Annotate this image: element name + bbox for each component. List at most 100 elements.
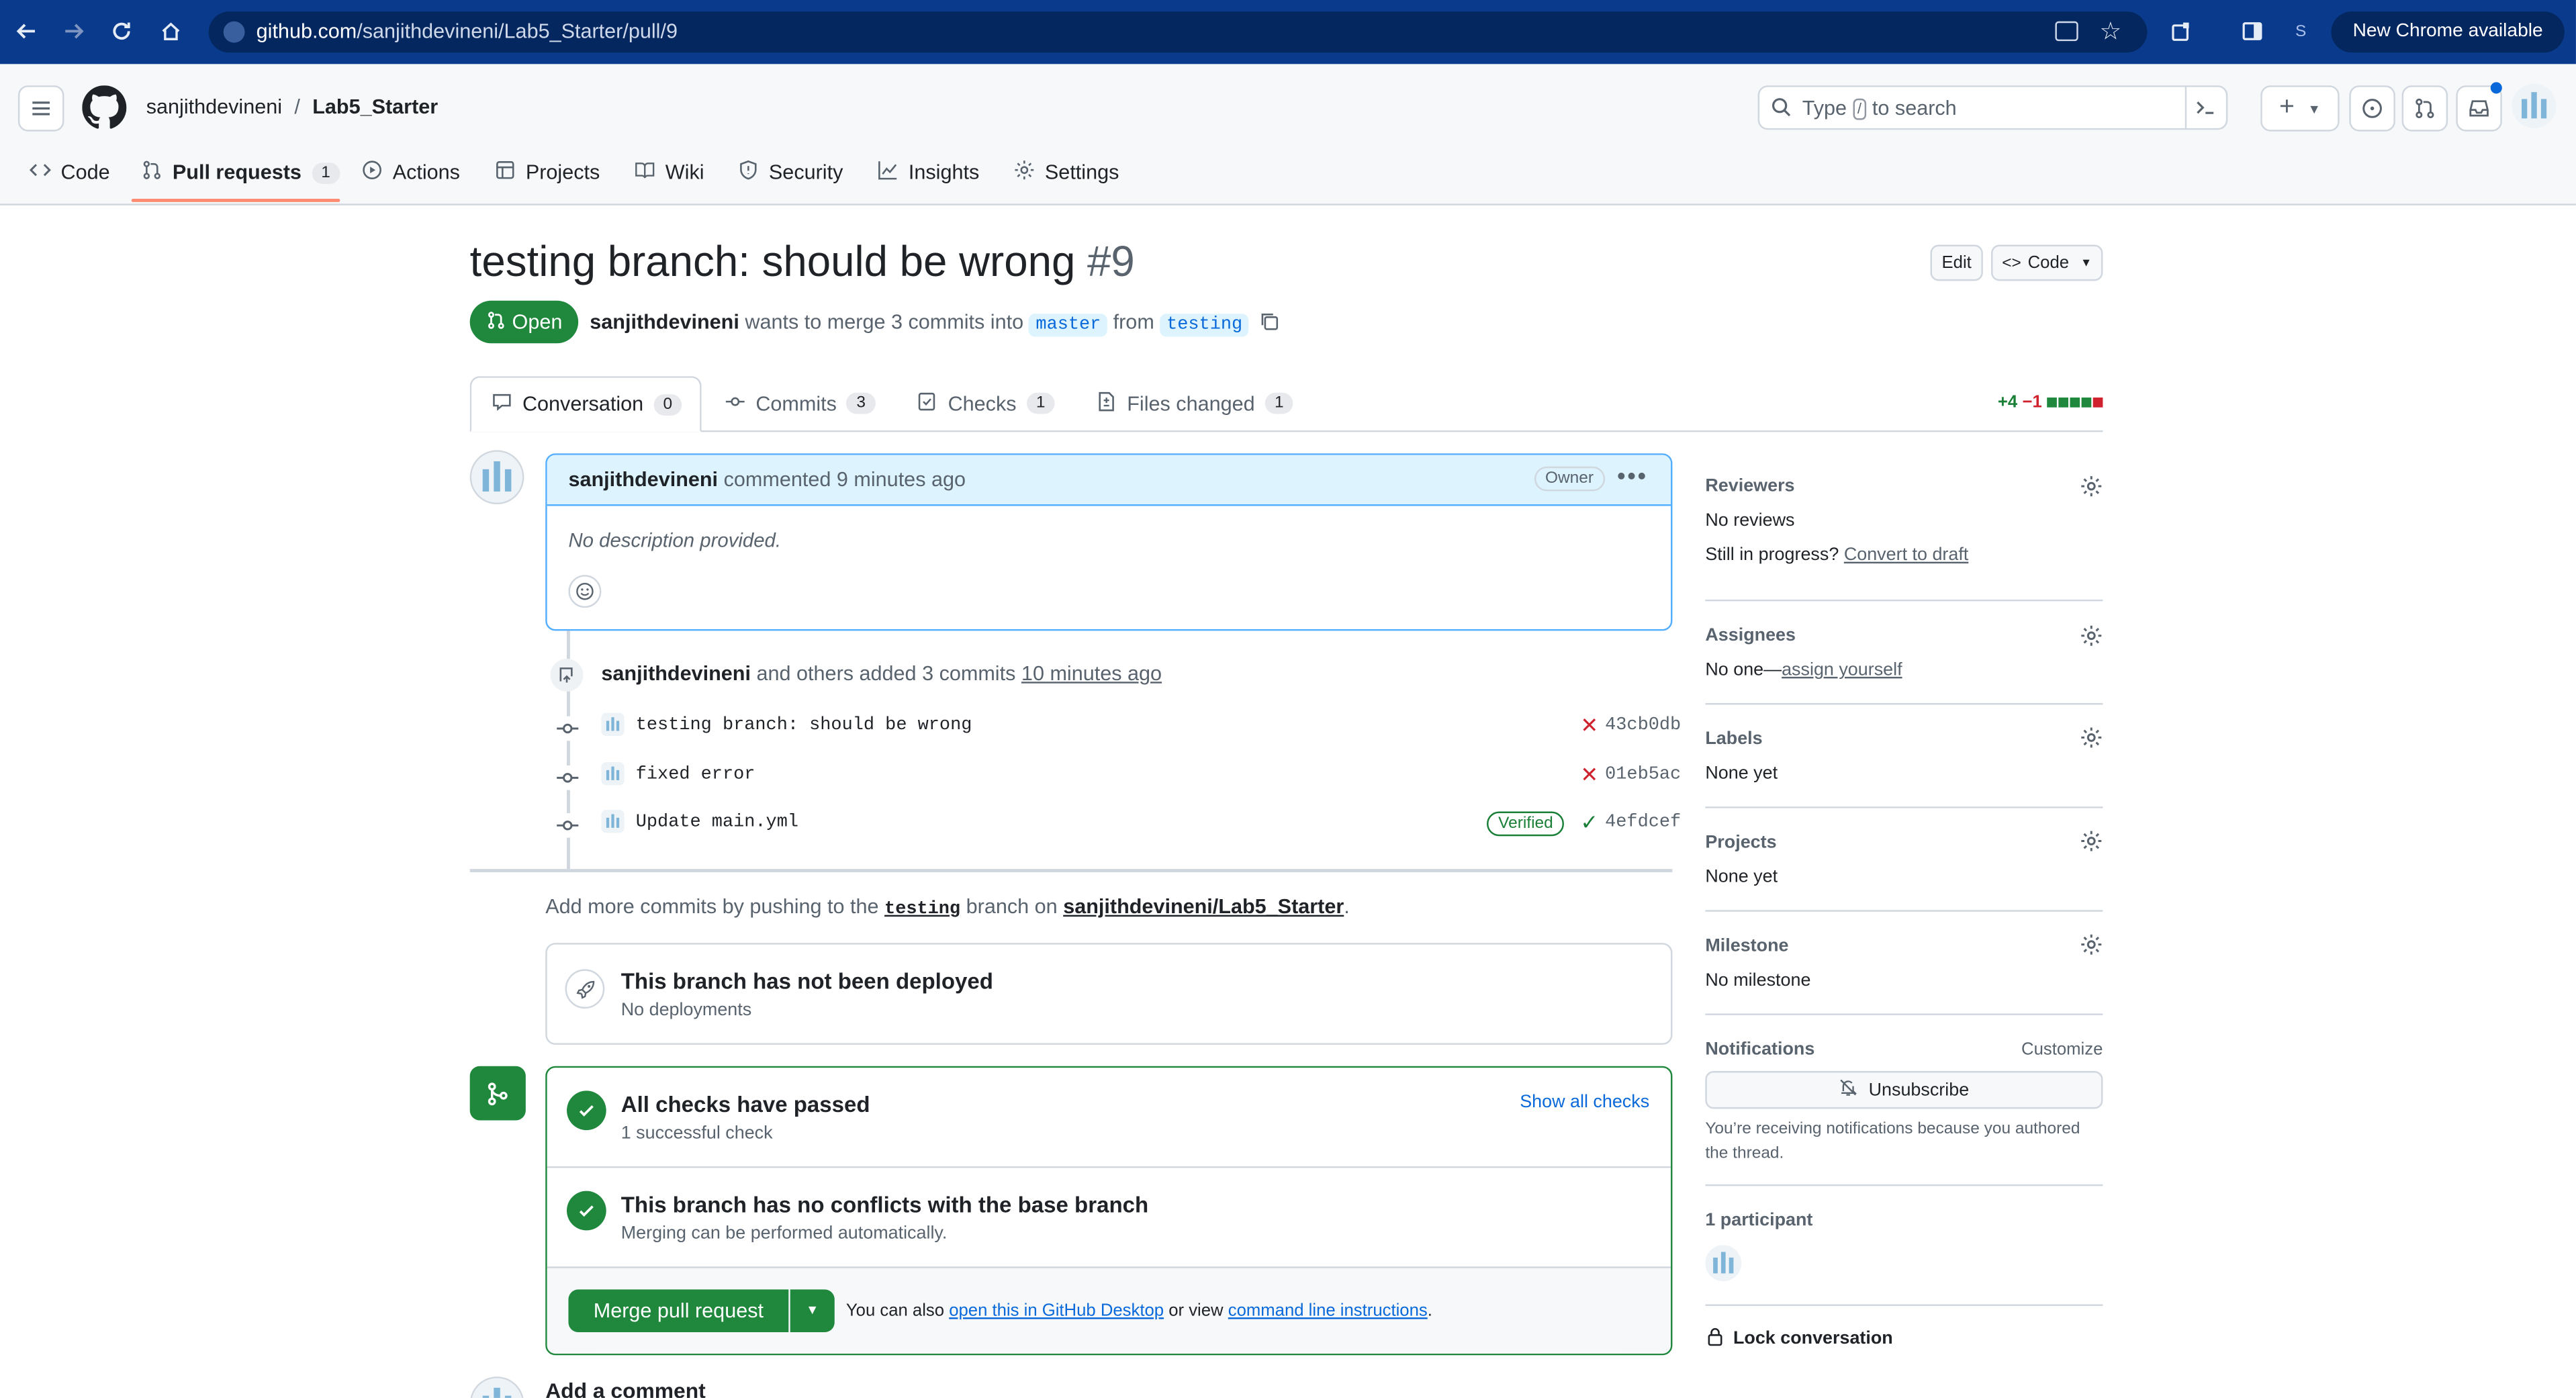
commit-icon bbox=[725, 390, 746, 416]
commit-row[interactable]: fixed error ✕ 01eb5ac bbox=[555, 762, 1681, 792]
lock-conversation-button[interactable]: Lock conversation bbox=[1705, 1325, 1893, 1352]
commit-author-avatar[interactable] bbox=[601, 810, 625, 833]
check-circle-icon bbox=[567, 1191, 606, 1231]
hamburger-menu-icon[interactable] bbox=[17, 85, 64, 132]
code-dropdown-button[interactable]: <> Code ▼ bbox=[1991, 244, 2103, 281]
commit-sha[interactable]: 4efdcef bbox=[1605, 813, 1681, 833]
tab-wiki[interactable]: Wiki bbox=[634, 150, 704, 195]
repo-breadcrumb: sanjithdevineni / Lab5_Starter bbox=[146, 95, 438, 118]
commit-message[interactable]: testing branch: should be wrong bbox=[636, 716, 972, 736]
comment-author[interactable]: sanjithdevineni bbox=[568, 468, 718, 491]
reload-icon[interactable] bbox=[105, 15, 138, 48]
tab-actions[interactable]: Actions bbox=[361, 150, 460, 195]
show-all-checks-link[interactable]: Show all checks bbox=[1520, 1092, 1649, 1112]
merge-pull-request-button[interactable]: Merge pull request bbox=[568, 1289, 789, 1333]
commit-row[interactable]: testing branch: should be wrong ✕ 43cb0d… bbox=[555, 712, 1681, 743]
head-branch[interactable]: testing bbox=[1160, 314, 1249, 337]
commit-author-avatar[interactable] bbox=[601, 712, 625, 736]
projects-gear-icon[interactable] bbox=[2080, 829, 2103, 860]
pr-subline: sanjithdevineni wants to merge 3 commits… bbox=[590, 310, 1279, 337]
tab-conversation[interactable]: Conversation 0 bbox=[469, 376, 702, 432]
commit-author-avatar[interactable] bbox=[601, 762, 625, 786]
assignees-gear-icon[interactable] bbox=[2080, 624, 2103, 655]
extensions-icon[interactable] bbox=[2165, 15, 2198, 48]
unsubscribe-button[interactable]: Unsubscribe bbox=[1705, 1071, 2103, 1109]
verified-badge[interactable]: Verified bbox=[1486, 811, 1565, 837]
notifications-label: Notifications bbox=[1705, 1039, 1815, 1060]
pr-description-comment: sanjithdevineni commented 9 minutes ago … bbox=[545, 453, 1673, 631]
address-bar[interactable]: github.com/sanjithdevineni/Lab5_Starter/… bbox=[208, 11, 2148, 53]
commit-sha[interactable]: 43cb0db bbox=[1605, 716, 1681, 736]
repo-name-link[interactable]: Lab5_Starter bbox=[312, 95, 438, 118]
x-icon[interactable]: ✕ bbox=[1580, 764, 1598, 786]
tab-security[interactable]: Security bbox=[737, 150, 843, 195]
tab-commits[interactable]: Commits 3 bbox=[725, 376, 876, 430]
create-new-dropdown[interactable]: + ▼ bbox=[2260, 85, 2340, 132]
tab-code-label: Code bbox=[60, 160, 110, 184]
diffstat-deletions: −1 bbox=[2022, 392, 2042, 413]
edit-title-button[interactable]: Edit bbox=[1930, 244, 1983, 281]
convert-to-draft-link[interactable]: Convert to draft bbox=[1844, 545, 1969, 565]
check-icon[interactable]: ✓ bbox=[1580, 812, 1598, 833]
commit-row[interactable]: Update main.yml Verified ✓ 4efdcef bbox=[555, 810, 1681, 839]
commit-message[interactable]: Update main.yml bbox=[636, 813, 798, 833]
reviewers-gear-icon[interactable] bbox=[2080, 475, 2103, 506]
commits-event-author[interactable]: sanjithdevineni bbox=[601, 662, 751, 685]
projects-label[interactable]: Projects bbox=[1705, 833, 1776, 852]
user-avatar[interactable] bbox=[2512, 83, 2557, 128]
back-icon[interactable] bbox=[10, 15, 43, 48]
commit-message[interactable]: fixed error bbox=[636, 765, 755, 785]
tab-files-changed[interactable]: Files changed 1 bbox=[1096, 376, 1294, 430]
install-app-icon[interactable] bbox=[2055, 21, 2078, 42]
add-reaction-smiley-icon[interactable] bbox=[568, 575, 602, 608]
tab-settings[interactable]: Settings bbox=[1013, 150, 1119, 195]
commit-sha[interactable]: 01eb5ac bbox=[1605, 765, 1681, 785]
bookmark-star-icon[interactable]: ☆ bbox=[2099, 16, 2121, 46]
tab-projects[interactable]: Projects bbox=[494, 150, 600, 195]
base-branch[interactable]: master bbox=[1029, 314, 1108, 337]
command-line-instructions-link[interactable]: command line instructions bbox=[1228, 1301, 1428, 1321]
search-input[interactable]: Type / to search bbox=[1757, 85, 2228, 130]
conflicts-subtitle: Merging can be performed automatically. bbox=[620, 1223, 948, 1244]
commits-event-time[interactable]: 10 minutes ago bbox=[1021, 662, 1162, 685]
pr-author-link[interactable]: sanjithdevineni bbox=[590, 310, 739, 333]
assign-yourself-link[interactable]: assign yourself bbox=[1782, 660, 1902, 680]
home-icon[interactable] bbox=[154, 15, 187, 48]
assignees-label[interactable]: Assignees bbox=[1705, 626, 1796, 645]
milestone-label[interactable]: Milestone bbox=[1705, 936, 1788, 956]
profile-avatar[interactable]: S bbox=[2285, 16, 2316, 47]
tab-insights[interactable]: Insights bbox=[877, 150, 979, 195]
open-github-desktop-link[interactable]: open this in GitHub Desktop bbox=[949, 1301, 1164, 1321]
copy-icon[interactable] bbox=[1258, 310, 1279, 336]
tab-code[interactable]: Code bbox=[29, 150, 110, 195]
new-chrome-available-button[interactable]: New Chrome available bbox=[2331, 11, 2565, 53]
reviewers-label[interactable]: Reviewers bbox=[1705, 476, 1794, 496]
forward-icon[interactable] bbox=[58, 15, 91, 48]
assignees-none: No one— bbox=[1705, 660, 1782, 680]
side-panel-icon[interactable] bbox=[2236, 15, 2269, 48]
command-palette-icon[interactable] bbox=[2195, 97, 2216, 126]
pull-requests-icon[interactable] bbox=[2401, 85, 2448, 132]
site-info-icon[interactable] bbox=[223, 21, 245, 43]
status-badge: Open bbox=[469, 300, 579, 344]
push-hint-repo[interactable]: sanjithdevineni/Lab5_Starter bbox=[1063, 895, 1344, 918]
tab-pull-requests[interactable]: Pull requests 1 bbox=[141, 150, 340, 195]
participant-avatar[interactable] bbox=[1705, 1245, 1742, 1282]
push-hint-branch[interactable]: testing bbox=[884, 900, 960, 920]
tab-checks[interactable]: Checks 1 bbox=[917, 376, 1056, 430]
comment-author-avatar[interactable] bbox=[469, 450, 524, 505]
merge-options-chevron-icon[interactable]: ▼ bbox=[790, 1289, 835, 1333]
kebab-menu-icon[interactable]: ••• bbox=[1617, 463, 1648, 492]
comment-time[interactable]: 9 minutes ago bbox=[837, 468, 966, 491]
x-icon[interactable]: ✕ bbox=[1580, 714, 1598, 736]
labels-gear-icon[interactable] bbox=[2080, 726, 2103, 757]
breadcrumb-separator: / bbox=[294, 95, 300, 119]
labels-label[interactable]: Labels bbox=[1705, 729, 1762, 749]
tab-wiki-label: Wiki bbox=[665, 160, 704, 184]
customize-link[interactable]: Customize bbox=[2021, 1040, 2103, 1060]
github-logo-icon[interactable] bbox=[82, 85, 127, 138]
milestone-gear-icon[interactable] bbox=[2080, 933, 2103, 964]
file-diff-icon bbox=[1096, 390, 1117, 416]
repo-owner-link[interactable]: sanjithdevineni bbox=[146, 95, 282, 118]
issues-icon[interactable] bbox=[2349, 85, 2395, 132]
